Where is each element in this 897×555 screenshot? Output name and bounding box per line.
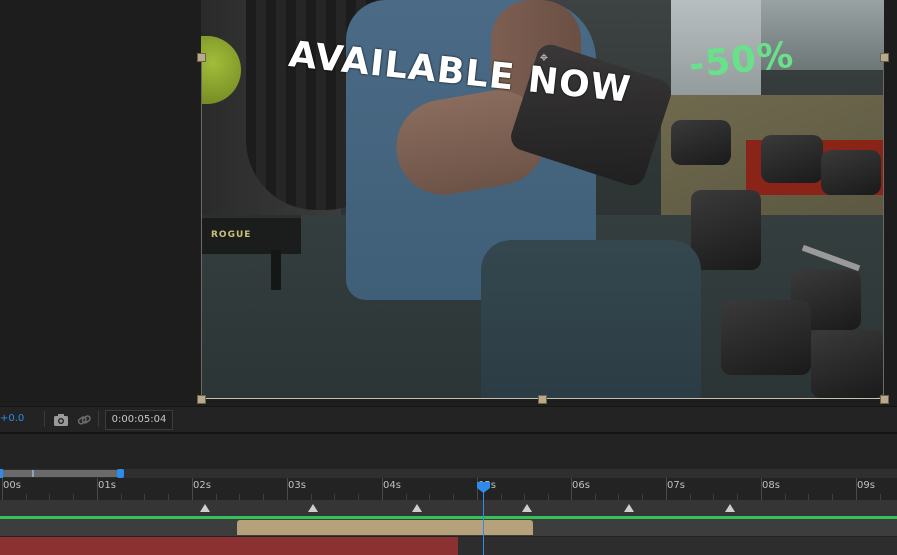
composition-frame[interactable]: ROGUE AVAILABLE NOW -50% ⌖ bbox=[201, 0, 884, 398]
dumbbell bbox=[691, 190, 761, 270]
transform-handle-bottom-center[interactable] bbox=[538, 395, 547, 404]
dumbbell bbox=[811, 330, 884, 398]
person-pants bbox=[481, 240, 701, 398]
dumbbell bbox=[821, 150, 881, 195]
ruler-label: 07s bbox=[667, 480, 685, 491]
work-area-marker bbox=[32, 470, 34, 477]
ruler-label: 06s bbox=[572, 480, 590, 491]
keyframe-marker[interactable] bbox=[522, 504, 532, 512]
dumbbell bbox=[721, 300, 811, 375]
keyframe-marker[interactable] bbox=[412, 504, 422, 512]
layer-track[interactable] bbox=[0, 537, 897, 555]
bench-brand-label: ROGUE bbox=[211, 230, 252, 240]
work-area-end-handle[interactable] bbox=[117, 469, 124, 478]
keyframe-marker[interactable] bbox=[725, 504, 735, 512]
bench: ROGUE bbox=[201, 215, 301, 254]
timeline-panel[interactable]: 00s01s02s03s04s05s06s07s08s09s bbox=[0, 432, 897, 555]
link-icon[interactable] bbox=[76, 412, 92, 426]
keyframe-track[interactable] bbox=[0, 500, 897, 516]
time-ruler[interactable]: 00s01s02s03s04s05s06s07s08s09s bbox=[0, 478, 897, 500]
toolbar-separator bbox=[44, 411, 45, 427]
layer-track[interactable] bbox=[0, 519, 897, 536]
ruler-label: 01s bbox=[98, 480, 116, 491]
current-time-display[interactable]: 0:00:05:04 bbox=[105, 410, 173, 430]
work-area-bar[interactable] bbox=[0, 469, 897, 478]
transform-handle-bottom-right[interactable] bbox=[880, 395, 889, 404]
transform-handle-top-left[interactable] bbox=[197, 53, 206, 62]
ruler-label: 02s bbox=[193, 480, 211, 491]
transform-handle-top-right[interactable] bbox=[880, 53, 889, 62]
keyframe-marker[interactable] bbox=[308, 504, 318, 512]
viewer-footer-toolbar: +0.0 0:00:05:04 bbox=[0, 406, 897, 432]
camera-icon[interactable] bbox=[53, 412, 69, 426]
keyframe-marker[interactable] bbox=[200, 504, 210, 512]
keyframe-marker[interactable] bbox=[624, 504, 634, 512]
work-area-start-handle[interactable] bbox=[0, 469, 3, 478]
work-area-range[interactable] bbox=[0, 470, 120, 477]
exposure-value[interactable]: +0.0 bbox=[0, 413, 24, 424]
composition-viewer[interactable]: ROGUE AVAILABLE NOW -50% ⌖ bbox=[0, 0, 897, 406]
ruler-label: 04s bbox=[383, 480, 401, 491]
ruler-label: 00s bbox=[3, 480, 21, 491]
ruler-label: 08s bbox=[762, 480, 780, 491]
layer-clip-video[interactable] bbox=[0, 537, 458, 555]
playhead-line[interactable] bbox=[483, 485, 484, 555]
toolbar-separator bbox=[98, 411, 99, 427]
layer-clip-text[interactable] bbox=[237, 520, 533, 535]
dumbbell bbox=[761, 135, 823, 183]
ruler-label: 09s bbox=[857, 480, 875, 491]
ruler-label: 03s bbox=[288, 480, 306, 491]
transform-handle-bottom-left[interactable] bbox=[197, 395, 206, 404]
anchor-point-icon[interactable]: ⌖ bbox=[536, 49, 552, 65]
bench-leg bbox=[271, 250, 281, 290]
dumbbell bbox=[671, 120, 731, 165]
